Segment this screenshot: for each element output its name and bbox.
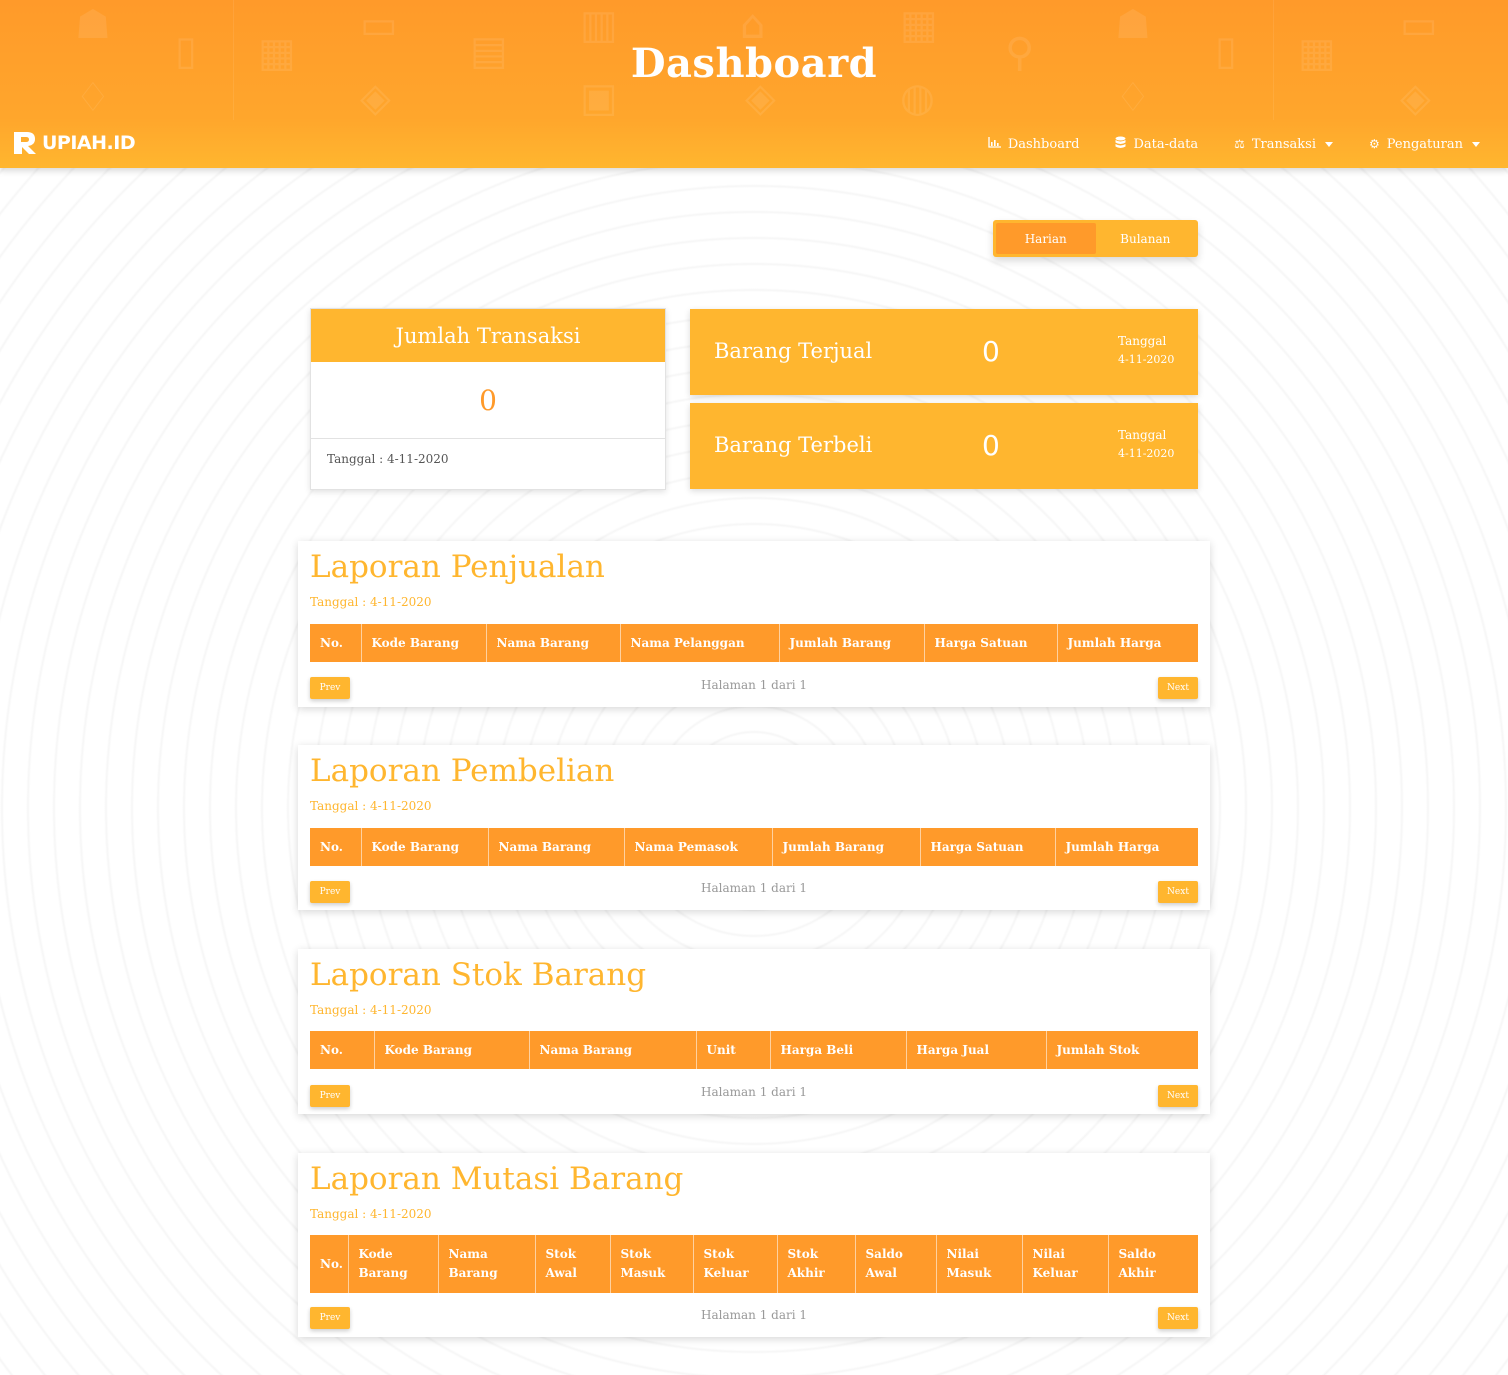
page-info: Halaman 1 dari 1 xyxy=(701,1308,807,1322)
page-info: Halaman 1 dari 1 xyxy=(701,1085,807,1099)
column-header[interactable]: Kode Barang xyxy=(348,1235,439,1293)
column-header[interactable]: Nilai Keluar xyxy=(1022,1235,1109,1293)
report-table: No. Kode Barang Nama Barang Stok Awal St… xyxy=(310,1235,1198,1293)
column-header[interactable]: Saldo Awal xyxy=(855,1235,937,1293)
report-date: Tanggal : 4-11-2020 xyxy=(310,1207,432,1221)
report-title: Laporan Mutasi Barang xyxy=(310,1161,684,1197)
brand-name: UPIAH.ID xyxy=(42,132,136,154)
gear-icon: ⚙ xyxy=(1368,137,1380,151)
chart-icon xyxy=(988,137,1001,151)
card-value: 0 xyxy=(311,362,665,439)
report-table: No. Kode Barang Nama Barang Nama Pelangg… xyxy=(310,624,1198,662)
column-header[interactable]: Nama Pelanggan xyxy=(620,624,780,662)
column-header[interactable]: Nilai Masuk xyxy=(936,1235,1023,1293)
scale-icon: ⚖ xyxy=(1234,137,1245,151)
page-title: Dashboard xyxy=(630,40,878,87)
next-button[interactable]: Next xyxy=(1158,677,1198,699)
column-header[interactable]: Kode Barang xyxy=(361,624,487,662)
report-table: No. Kode Barang Nama Barang Unit Harga B… xyxy=(310,1031,1198,1069)
column-header[interactable]: Stok Awal xyxy=(535,1235,611,1293)
nav-item-dashboard[interactable]: Dashboard xyxy=(988,136,1080,152)
page-header: ☗ ▯ ▦ ▭ ▤ ▥ ⌂ ▦ ⚲ ☗ ▯ ▦ ▭ ♢ ◈ ▣ ◈ ◍ ♢ ◈ … xyxy=(0,0,1508,168)
column-header[interactable]: Harga Jual xyxy=(906,1031,1047,1069)
database-icon xyxy=(1115,136,1126,152)
column-header[interactable]: Nama Barang xyxy=(529,1031,697,1069)
report-mutasi-barang: Laporan Mutasi Barang Tanggal : 4-11-202… xyxy=(298,1153,1210,1337)
column-header[interactable]: No. xyxy=(310,1235,349,1293)
card-footer-date: Tanggal : 4-11-2020 xyxy=(327,452,449,466)
column-header[interactable]: Jumlah Barang xyxy=(779,624,925,662)
toggle-bulanan-button[interactable]: Bulanan xyxy=(1096,223,1196,254)
column-header[interactable]: Nama Barang xyxy=(438,1235,536,1293)
chevron-down-icon xyxy=(1324,141,1333,147)
toggle-harian-button[interactable]: Harian xyxy=(996,223,1096,254)
barang-terbeli-card: Barang Terbeli 0 Tanggal 4-11-2020 xyxy=(690,403,1198,489)
report-table: No. Kode Barang Nama Barang Nama Pemasok… xyxy=(310,828,1198,866)
navbar: UPIAH.ID Dashboard Data-data ⚖ Transaksi xyxy=(0,122,1508,168)
column-header[interactable]: No. xyxy=(310,828,362,866)
nav-item-data-data[interactable]: Data-data xyxy=(1115,136,1198,152)
column-header[interactable]: Stok Masuk xyxy=(610,1235,694,1293)
stat-date-label: Tanggal xyxy=(1118,334,1167,348)
stat-date: 4-11-2020 xyxy=(1118,353,1175,366)
chevron-down-icon xyxy=(1472,141,1480,147)
stat-label: Barang Terbeli xyxy=(714,433,873,457)
column-header[interactable]: No. xyxy=(310,624,362,662)
column-header[interactable]: No. xyxy=(310,1031,375,1069)
nav-label-pengaturan: Pengaturan xyxy=(1386,136,1463,152)
jumlah-transaksi-card: Jumlah Transaksi 0 Tanggal : 4-11-2020 xyxy=(310,308,666,490)
report-stok-barang: Laporan Stok Barang Tanggal : 4-11-2020 … xyxy=(298,949,1210,1114)
nav-label-transaksi: Transaksi xyxy=(1251,136,1316,152)
main-content: Harian Bulanan Jumlah Transaksi 0 Tangga… xyxy=(0,168,1508,1375)
stat-date: 4-11-2020 xyxy=(1118,447,1175,460)
nav-item-transaksi[interactable]: ⚖ Transaksi xyxy=(1234,136,1333,152)
period-toggle: Harian Bulanan xyxy=(993,220,1198,257)
column-header[interactable]: Harga Satuan xyxy=(920,828,1056,866)
report-date: Tanggal : 4-11-2020 xyxy=(310,799,432,813)
next-button[interactable]: Next xyxy=(1158,1085,1198,1107)
stat-value: 0 xyxy=(982,335,1000,368)
column-header[interactable]: Unit xyxy=(696,1031,771,1069)
barang-terjual-card: Barang Terjual 0 Tanggal 4-11-2020 xyxy=(690,309,1198,395)
column-header[interactable]: Harga Beli xyxy=(770,1031,907,1069)
column-header[interactable]: Jumlah Harga xyxy=(1055,828,1198,866)
report-pembelian: Laporan Pembelian Tanggal : 4-11-2020 No… xyxy=(298,745,1210,910)
report-title: Laporan Pembelian xyxy=(310,753,615,789)
report-date: Tanggal : 4-11-2020 xyxy=(310,1003,432,1017)
brand-logo[interactable]: UPIAH.ID xyxy=(12,130,136,156)
nav-item-pengaturan[interactable]: ⚙ Pengaturan xyxy=(1369,136,1480,152)
stat-date-label: Tanggal xyxy=(1118,428,1167,442)
column-header[interactable]: Harga Satuan xyxy=(924,624,1058,662)
nav-label-data-data: Data-data xyxy=(1133,136,1199,152)
rupiah-logo-icon xyxy=(12,130,38,156)
page-info: Halaman 1 dari 1 xyxy=(701,678,807,692)
column-header[interactable]: Nama Barang xyxy=(488,828,625,866)
column-header[interactable]: Saldo Akhir xyxy=(1108,1235,1198,1293)
column-header[interactable]: Stok Akhir xyxy=(777,1235,856,1293)
report-title: Laporan Penjualan xyxy=(310,549,605,585)
column-header[interactable]: Nama Pemasok xyxy=(624,828,773,866)
column-header[interactable]: Jumlah Harga xyxy=(1057,624,1198,662)
card-title: Jumlah Transaksi xyxy=(311,309,665,362)
column-header[interactable]: Nama Barang xyxy=(486,624,621,662)
column-header[interactable]: Kode Barang xyxy=(374,1031,530,1069)
report-title: Laporan Stok Barang xyxy=(310,957,647,993)
next-button[interactable]: Next xyxy=(1158,1307,1198,1329)
stat-value: 0 xyxy=(982,429,1000,462)
stat-label: Barang Terjual xyxy=(714,339,873,363)
page-info: Halaman 1 dari 1 xyxy=(701,881,807,895)
column-header[interactable]: Kode Barang xyxy=(361,828,489,866)
nav-menu: Dashboard Data-data ⚖ Transaksi ⚙ Pengat… xyxy=(988,136,1480,152)
column-header[interactable]: Jumlah Barang xyxy=(772,828,921,866)
nav-label-dashboard: Dashboard xyxy=(1007,136,1080,152)
column-header[interactable]: Stok Keluar xyxy=(693,1235,778,1293)
report-date: Tanggal : 4-11-2020 xyxy=(310,595,432,609)
column-header[interactable]: Jumlah Stok xyxy=(1046,1031,1198,1069)
report-penjualan: Laporan Penjualan Tanggal : 4-11-2020 No… xyxy=(298,541,1210,707)
next-button[interactable]: Next xyxy=(1158,881,1198,903)
